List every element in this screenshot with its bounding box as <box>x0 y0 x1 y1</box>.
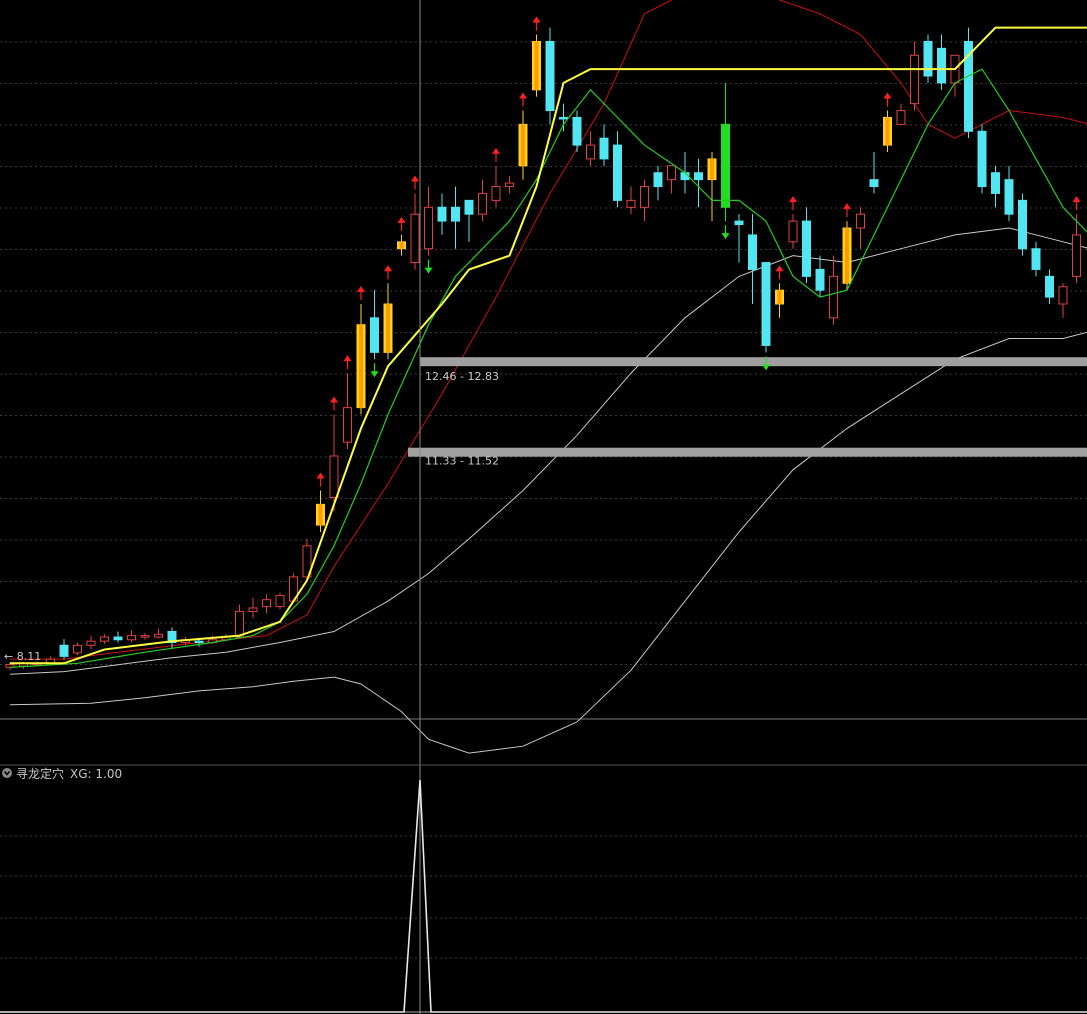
candle-body[interactable] <box>748 234 757 270</box>
candle-body[interactable] <box>194 640 204 644</box>
candle-highlight-core <box>521 124 525 166</box>
candle-body[interactable] <box>856 213 865 229</box>
candle-highlight-core <box>710 158 714 180</box>
candle-body[interactable] <box>478 192 487 215</box>
candle-highlight-core <box>318 504 323 526</box>
candle-highlight-core <box>777 290 782 304</box>
indicator-value: XG: 1.00 <box>70 767 122 781</box>
candle-body[interactable] <box>640 186 649 208</box>
candle-body[interactable] <box>343 407 352 443</box>
candle-body[interactable] <box>329 455 339 498</box>
candle-body[interactable] <box>1018 199 1027 250</box>
candle-body[interactable] <box>451 206 460 222</box>
candle-body[interactable] <box>248 607 258 612</box>
candle-body[interactable] <box>275 595 285 608</box>
candle-body[interactable] <box>694 172 703 181</box>
stock-chart[interactable]: 12.46 - 12.83 11.33 - 11.52 ← 8.11 寻龙定穴 X… <box>0 0 1087 1014</box>
collapse-chevron-icon[interactable] <box>2 768 12 778</box>
candle-body[interactable] <box>86 640 96 646</box>
indicator-name: 寻龙定穴 <box>16 766 64 781</box>
candle-body[interactable] <box>869 179 879 188</box>
candle-body[interactable] <box>262 599 271 608</box>
candle-body[interactable] <box>127 635 136 641</box>
candle-body[interactable] <box>626 199 636 208</box>
candle-body[interactable] <box>491 186 501 201</box>
candle-body[interactable] <box>977 130 987 188</box>
candle-body[interactable] <box>586 144 595 160</box>
candle-body[interactable] <box>788 220 798 243</box>
candle-body[interactable] <box>937 47 946 84</box>
candle-body[interactable] <box>1031 248 1041 270</box>
candle-highlight-core <box>359 324 363 408</box>
price-min-label: ← 8.11 <box>4 650 41 663</box>
candle-body[interactable] <box>802 220 811 277</box>
indicator-header[interactable]: 寻龙定穴 XG: 1.00 <box>2 766 122 781</box>
candle-body[interactable] <box>667 165 676 181</box>
candle-body[interactable] <box>154 633 163 638</box>
candle-body[interactable] <box>761 262 771 346</box>
candle-body[interactable] <box>1058 286 1068 305</box>
candle-body[interactable] <box>464 199 474 215</box>
candle-body[interactable] <box>896 110 906 125</box>
candle-body[interactable] <box>1004 179 1014 215</box>
candle-body[interactable] <box>140 635 150 638</box>
candle-body[interactable] <box>424 206 433 250</box>
zone-bar <box>420 357 1087 367</box>
candle-body[interactable] <box>721 123 730 208</box>
candle-highlight-core <box>845 228 849 284</box>
candle-body[interactable] <box>1045 275 1054 298</box>
candle-body[interactable] <box>410 213 420 264</box>
candle-body[interactable] <box>370 317 379 353</box>
candle-body[interactable] <box>923 40 933 77</box>
candle-body[interactable] <box>572 116 582 146</box>
candle-body[interactable] <box>653 172 663 188</box>
candle-body[interactable] <box>73 644 82 654</box>
candle-body[interactable] <box>734 220 744 226</box>
candle-body[interactable] <box>113 636 123 641</box>
zone-label: 12.46 - 12.83 <box>425 370 499 383</box>
candle-body[interactable] <box>235 610 244 638</box>
candle-body[interactable] <box>910 54 919 105</box>
candle-body[interactable] <box>599 137 609 160</box>
candle-body[interactable] <box>1072 234 1081 277</box>
candle-body[interactable] <box>100 636 109 642</box>
candle-highlight-core <box>534 41 539 90</box>
candle-body[interactable] <box>59 644 69 657</box>
candle-body[interactable] <box>991 172 1000 194</box>
candle-highlight-core <box>399 241 404 249</box>
candle-body[interactable] <box>829 275 838 319</box>
chart-background <box>0 0 1087 1014</box>
candle-body[interactable] <box>613 144 622 201</box>
candle-body[interactable] <box>815 268 825 291</box>
candle-body[interactable] <box>437 206 447 222</box>
candle-body[interactable] <box>559 116 568 120</box>
candle-highlight-core <box>386 304 390 353</box>
candle-highlight-core <box>885 117 890 146</box>
zone-bar <box>408 447 1087 457</box>
candle-body[interactable] <box>545 40 555 112</box>
zone-label: 11.33 - 11.52 <box>425 455 499 468</box>
candle-body[interactable] <box>505 182 514 188</box>
